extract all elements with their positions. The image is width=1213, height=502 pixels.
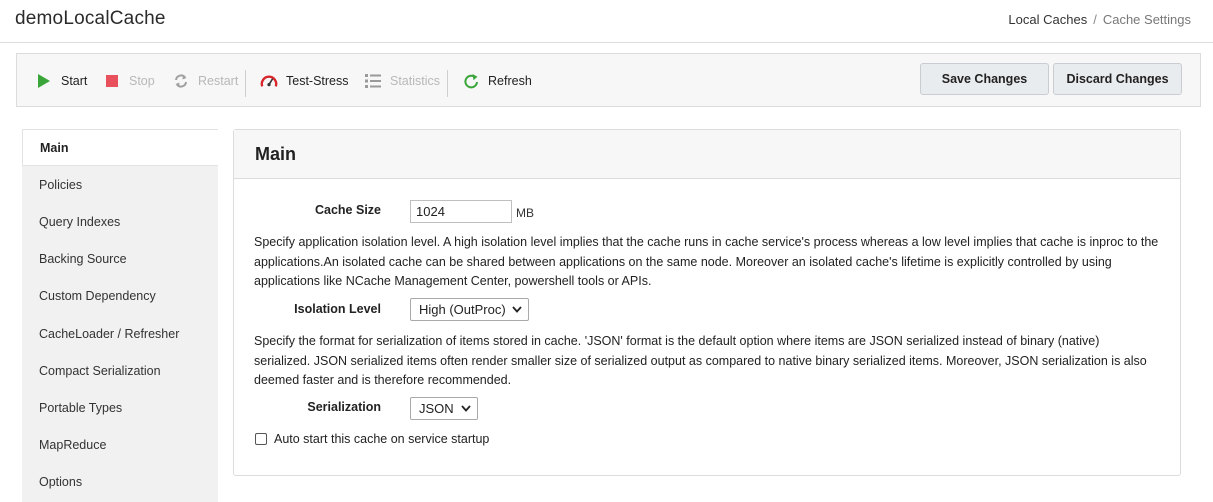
discard-changes-button[interactable]: Discard Changes [1053,63,1182,95]
restart-icon [172,72,190,90]
app-title: demoLocalCache [15,8,166,29]
serialization-value: JSON [419,401,454,416]
serialization-select[interactable]: JSON [410,397,478,420]
serialization-description: Specify the format for serialization of … [254,334,1147,387]
stop-icon [103,72,121,90]
restart-button[interactable]: Restart [172,71,238,91]
isolation-description: Specify application isolation level. A h… [254,235,1159,288]
list-icon [364,72,382,90]
isolation-level-select[interactable]: High (OutProc) [410,298,529,321]
breadcrumb: Local Caches / Cache Settings [1008,12,1191,27]
sidebar-item-portable-types[interactable]: Portable Types [22,389,218,426]
restart-label: Restart [198,74,239,88]
sidebar-item-options[interactable]: Options [22,464,218,501]
top-bar: demoLocalCache Local Caches / Cache Settin… [0,0,1213,43]
stop-button[interactable]: Stop [103,71,155,91]
panel-title: Main [234,130,1180,179]
stop-label: Stop [129,74,155,88]
isolation-level-value: High (OutProc) [419,302,506,317]
sidebar-item-query-indexes[interactable]: Query Indexes [22,203,218,240]
test-stress-button[interactable]: Test-Stress [260,71,349,91]
toolbar-divider [447,70,448,97]
isolation-level-label: Isolation Level [294,302,381,316]
chevron-down-icon [511,303,523,318]
refresh-button[interactable]: Refresh [462,71,532,91]
serialization-label: Serialization [307,400,381,414]
breadcrumb-local-caches[interactable]: Local Caches [1008,12,1087,27]
gauge-icon [260,72,278,90]
sidebar-item-compact-serialization[interactable]: Compact Serialization [22,352,218,389]
toolbar: Start Stop Restart Test-Stress Statistic… [16,53,1201,107]
save-changes-button[interactable]: Save Changes [920,63,1049,95]
start-label: Start [61,74,88,88]
cache-size-unit: MB [516,206,534,220]
settings-sidebar: Main Policies Query Indexes Backing Sour… [22,129,218,502]
sidebar-item-policies[interactable]: Policies [22,166,218,203]
statistics-button[interactable]: Statistics [364,71,440,91]
toolbar-divider [245,70,246,97]
cache-size-input[interactable] [410,200,512,223]
sidebar-item-backing-source[interactable]: Backing Source [22,241,218,278]
sidebar-item-cacheloader-refresher[interactable]: CacheLoader / Refresher [22,315,218,352]
auto-start-label: Auto start this cache on service startup [274,432,490,446]
refresh-label: Refresh [488,74,532,88]
auto-start-option[interactable]: Auto start this cache on service startup [255,432,489,446]
chevron-down-icon [460,402,472,417]
start-button[interactable]: Start [35,71,87,91]
auto-start-checkbox[interactable] [255,433,267,445]
play-icon [35,72,53,90]
cache-size-label: Cache Size [314,203,381,217]
refresh-icon [462,72,480,90]
sidebar-item-main[interactable]: Main [22,129,218,167]
main-settings-panel: Main Cache Size MB Specify application i… [233,129,1181,476]
test-stress-label: Test-Stress [286,74,349,88]
breadcrumb-separator: / [1093,12,1097,27]
sidebar-item-custom-dependency[interactable]: Custom Dependency [22,278,218,315]
statistics-label: Statistics [390,74,441,88]
sidebar-item-mapreduce[interactable]: MapReduce [22,427,218,464]
breadcrumb-current: Cache Settings [1102,12,1191,27]
